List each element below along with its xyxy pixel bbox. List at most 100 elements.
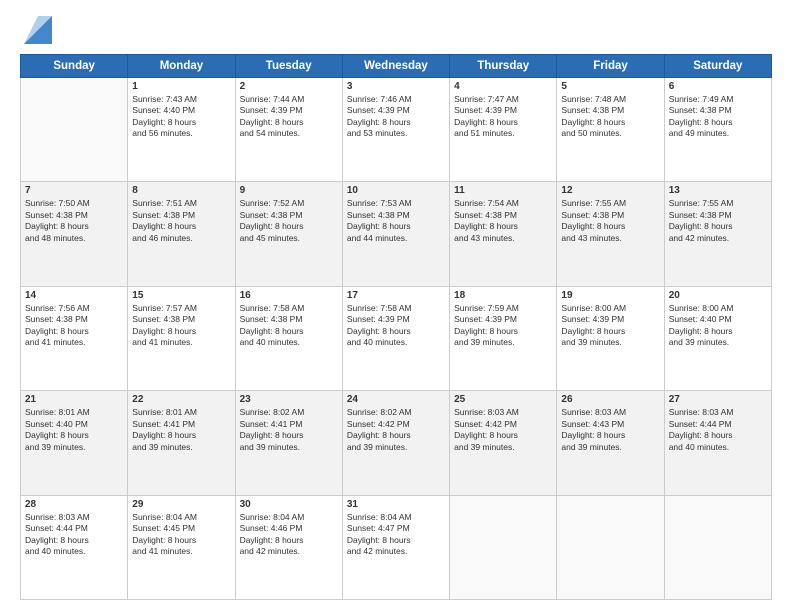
daylight-minutes: and 40 minutes. <box>347 337 445 348</box>
daylight-minutes: and 49 minutes. <box>669 128 767 139</box>
cell-details: Sunrise: 8:03 AMSunset: 4:42 PMDaylight:… <box>454 407 552 453</box>
calendar-cell: 18 Sunrise: 7:59 AMSunset: 4:39 PMDayligh… <box>450 286 557 390</box>
sunrise-text: Sunrise: 8:00 AM <box>669 303 767 314</box>
daylight-minutes: and 46 minutes. <box>132 233 230 244</box>
calendar-cell: 31Sunrise: 8:04 AMSunset: 4:47 PMDayligh… <box>342 495 449 599</box>
calendar-cell <box>664 495 771 599</box>
sunrise-text: Sunrise: 7:54 AM <box>454 198 552 209</box>
cell-details: Sunrise: 7:51 AMSunset: 4:38 PMDaylight:… <box>132 198 230 244</box>
sunrise-text: Sunrise: 7:48 AM <box>561 94 659 105</box>
sunset-text: Sunset: 4:39 PM <box>240 105 338 116</box>
daylight-hours: Daylight: 8 hours <box>240 221 338 232</box>
daylight-minutes: and 44 minutes. <box>347 233 445 244</box>
sunrise-text: Sunrise: 8:00 AM <box>561 303 659 314</box>
sunrise-text: Sunrise: 7:58 AM <box>240 303 338 314</box>
sunrise-text: Sunrise: 8:01 AM <box>132 407 230 418</box>
sunrise-text: Sunrise: 7:43 AM <box>132 94 230 105</box>
sunset-text: Sunset: 4:44 PM <box>25 523 123 534</box>
cell-details: Sunrise: 8:02 AMSunset: 4:41 PMDaylight:… <box>240 407 338 453</box>
cell-details: Sunrise: 7:55 AMSunset: 4:38 PMDaylight:… <box>561 198 659 244</box>
cell-details: Sunrise: 7:44 AMSunset: 4:39 PMDaylight:… <box>240 94 338 140</box>
daylight-minutes: and 41 minutes. <box>25 337 123 348</box>
daylight-hours: Daylight: 8 hours <box>347 117 445 128</box>
daylight-minutes: and 39 minutes. <box>669 337 767 348</box>
day-number: 18 <box>454 290 552 301</box>
sunrise-text: Sunrise: 8:04 AM <box>132 512 230 523</box>
calendar-cell: 15Sunrise: 7:57 AMSunset: 4:38 PMDayligh… <box>128 286 235 390</box>
day-number: 26 <box>561 394 659 405</box>
sunrise-text: Sunrise: 8:04 AM <box>347 512 445 523</box>
cell-details: Sunrise: 8:02 AMSunset: 4:42 PMDaylight:… <box>347 407 445 453</box>
weekday-header-friday: Friday <box>557 55 664 78</box>
cell-details: Sunrise: 7:48 AMSunset: 4:38 PMDaylight:… <box>561 94 659 140</box>
sunset-text: Sunset: 4:46 PM <box>240 523 338 534</box>
sunrise-text: Sunrise: 8:03 AM <box>561 407 659 418</box>
sunset-text: Sunset: 4:38 PM <box>132 210 230 221</box>
daylight-minutes: and 39 minutes. <box>240 442 338 453</box>
day-number: 25 <box>454 394 552 405</box>
sunrise-text: Sunrise: 7:55 AM <box>561 198 659 209</box>
calendar-cell: 9Sunrise: 7:52 AMSunset: 4:38 PMDaylight… <box>235 182 342 286</box>
calendar-cell: 13Sunrise: 7:55 AMSunset: 4:38 PMDayligh… <box>664 182 771 286</box>
cell-details: Sunrise: 8:03 AMSunset: 4:43 PMDaylight:… <box>561 407 659 453</box>
cell-details: Sunrise: 8:04 AMSunset: 4:46 PMDaylight:… <box>240 512 338 558</box>
day-number: 3 <box>347 81 445 92</box>
sunset-text: Sunset: 4:39 PM <box>454 314 552 325</box>
daylight-minutes: and 53 minutes. <box>347 128 445 139</box>
daylight-minutes: and 42 minutes. <box>669 233 767 244</box>
calendar-cell: 20Sunrise: 8:00 AMSunset: 4:40 PMDayligh… <box>664 286 771 390</box>
day-number: 10 <box>347 185 445 196</box>
calendar-cell: 7Sunrise: 7:50 AMSunset: 4:38 PMDaylight… <box>21 182 128 286</box>
calendar-cell: 27Sunrise: 8:03 AMSunset: 4:44 PMDayligh… <box>664 391 771 495</box>
calendar-cell: 11Sunrise: 7:54 AMSunset: 4:38 PMDayligh… <box>450 182 557 286</box>
sunset-text: Sunset: 4:38 PM <box>25 314 123 325</box>
day-number: 20 <box>669 290 767 301</box>
sunset-text: Sunset: 4:38 PM <box>240 210 338 221</box>
daylight-hours: Daylight: 8 hours <box>669 117 767 128</box>
sunrise-text: Sunrise: 7:58 AM <box>347 303 445 314</box>
weekday-header-saturday: Saturday <box>664 55 771 78</box>
weekday-header-thursday: Thursday <box>450 55 557 78</box>
cell-details: Sunrise: 7:43 AMSunset: 4:40 PMDaylight:… <box>132 94 230 140</box>
calendar-week-row: 28Sunrise: 8:03 AMSunset: 4:44 PMDayligh… <box>21 495 772 599</box>
sunset-text: Sunset: 4:44 PM <box>669 419 767 430</box>
daylight-minutes: and 39 minutes. <box>347 442 445 453</box>
daylight-minutes: and 41 minutes. <box>132 337 230 348</box>
sunset-text: Sunset: 4:42 PM <box>454 419 552 430</box>
daylight-hours: Daylight: 8 hours <box>561 117 659 128</box>
daylight-hours: Daylight: 8 hours <box>132 535 230 546</box>
daylight-minutes: and 40 minutes. <box>669 442 767 453</box>
sunrise-text: Sunrise: 7:53 AM <box>347 198 445 209</box>
cell-details: Sunrise: 7:59 AMSunset: 4:39 PMDaylight:… <box>454 303 552 349</box>
sunrise-text: Sunrise: 8:02 AM <box>347 407 445 418</box>
daylight-hours: Daylight: 8 hours <box>132 430 230 441</box>
calendar-cell: 28Sunrise: 8:03 AMSunset: 4:44 PMDayligh… <box>21 495 128 599</box>
daylight-hours: Daylight: 8 hours <box>240 535 338 546</box>
daylight-minutes: and 39 minutes. <box>454 337 552 348</box>
daylight-hours: Daylight: 8 hours <box>132 326 230 337</box>
daylight-minutes: and 43 minutes. <box>454 233 552 244</box>
day-number: 27 <box>669 394 767 405</box>
sunrise-text: Sunrise: 7:51 AM <box>132 198 230 209</box>
calendar-cell: 14Sunrise: 7:56 AMSunset: 4:38 PMDayligh… <box>21 286 128 390</box>
day-number: 29 <box>132 499 230 510</box>
calendar-cell: 4Sunrise: 7:47 AMSunset: 4:39 PMDaylight… <box>450 78 557 182</box>
sunrise-text: Sunrise: 7:55 AM <box>669 198 767 209</box>
day-number: 31 <box>347 499 445 510</box>
daylight-hours: Daylight: 8 hours <box>454 326 552 337</box>
cell-details: Sunrise: 7:55 AMSunset: 4:38 PMDaylight:… <box>669 198 767 244</box>
daylight-hours: Daylight: 8 hours <box>132 117 230 128</box>
sunset-text: Sunset: 4:39 PM <box>561 314 659 325</box>
sunset-text: Sunset: 4:38 PM <box>25 210 123 221</box>
daylight-hours: Daylight: 8 hours <box>347 535 445 546</box>
cell-details: Sunrise: 7:57 AMSunset: 4:38 PMDaylight:… <box>132 303 230 349</box>
header <box>20 16 772 44</box>
cell-details: Sunrise: 7:54 AMSunset: 4:38 PMDaylight:… <box>454 198 552 244</box>
calendar-cell: 24Sunrise: 8:02 AMSunset: 4:42 PMDayligh… <box>342 391 449 495</box>
day-number: 19 <box>561 290 659 301</box>
sunrise-text: Sunrise: 8:04 AM <box>240 512 338 523</box>
calendar-cell: 23Sunrise: 8:02 AMSunset: 4:41 PMDayligh… <box>235 391 342 495</box>
sunrise-text: Sunrise: 8:02 AM <box>240 407 338 418</box>
day-number: 22 <box>132 394 230 405</box>
daylight-minutes: and 41 minutes. <box>132 546 230 557</box>
